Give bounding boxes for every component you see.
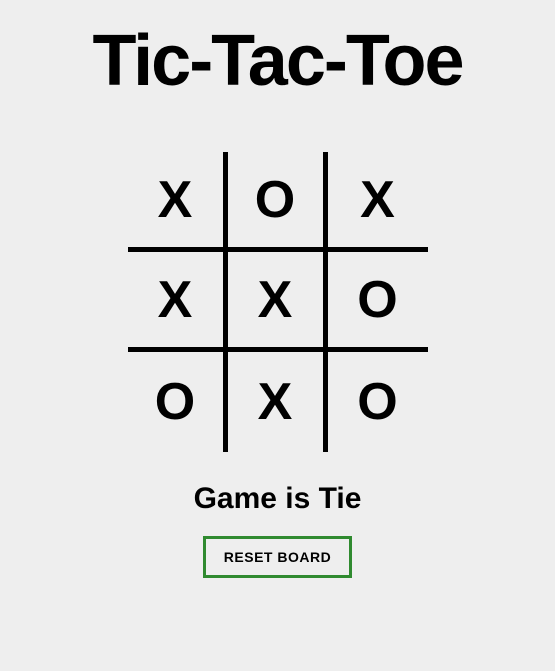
cell-1-2[interactable]: O <box>328 252 428 352</box>
cell-1-1[interactable]: X <box>228 252 328 352</box>
cell-0-1[interactable]: O <box>228 152 328 252</box>
cell-0-2[interactable]: X <box>328 152 428 252</box>
cell-0-0[interactable]: X <box>128 152 228 252</box>
game-title: Tic-Tac-Toe <box>92 20 462 102</box>
cell-2-0[interactable]: O <box>128 352 228 452</box>
cell-2-2[interactable]: O <box>328 352 428 452</box>
reset-button[interactable]: RESET BOARD <box>203 536 352 578</box>
game-board: X O X X X O O X O <box>128 152 428 452</box>
cell-1-0[interactable]: X <box>128 252 228 352</box>
cell-2-1[interactable]: X <box>228 352 328 452</box>
game-status: Game is Tie <box>194 482 362 516</box>
